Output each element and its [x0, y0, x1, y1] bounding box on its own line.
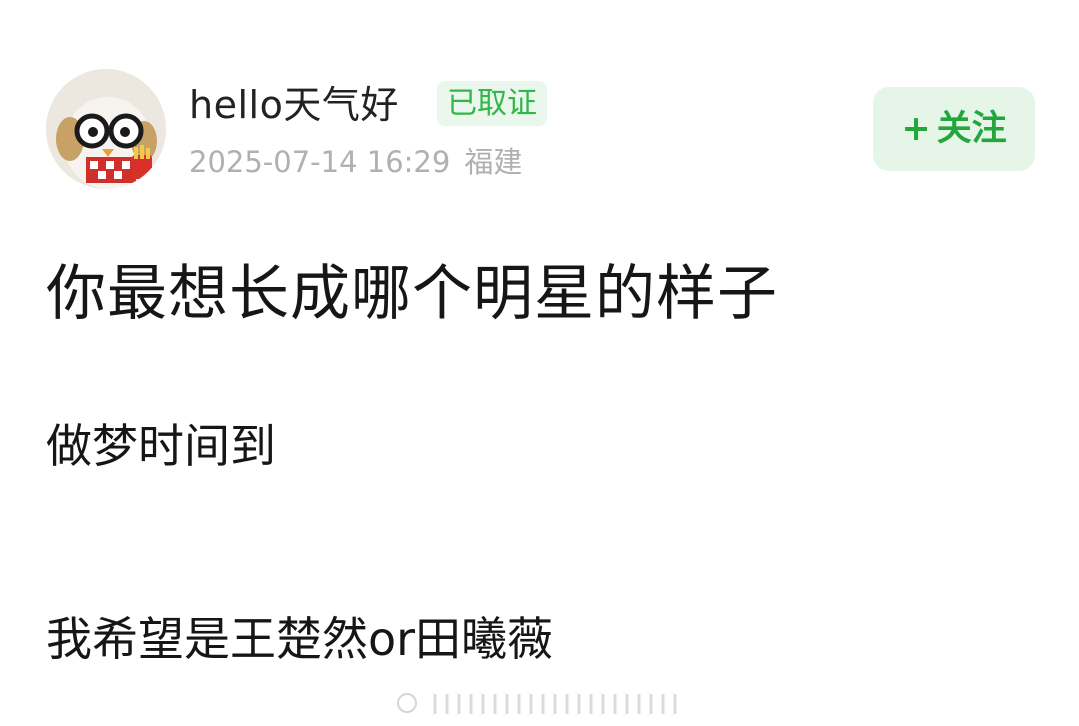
- post-title: 你最想长成哪个明星的样子: [46, 259, 778, 329]
- post-meta: 2025-07-14 16:29 福建: [189, 140, 522, 184]
- author-name[interactable]: hello天气好: [189, 80, 399, 130]
- post-paragraph: 我希望是王楚然or田曦薇: [46, 612, 554, 666]
- verified-badge: 已取证: [437, 81, 547, 126]
- post-page: hello天气好 已取证 2025-07-14 16:29 福建 + 关注 你最想长…: [0, 0, 1079, 726]
- plush-avatar-icon: [46, 69, 166, 189]
- faint-lines-indicator-icon: [395, 686, 695, 720]
- post-timestamp: 2025-07-14 16:29: [189, 145, 451, 179]
- follow-label: 关注: [936, 109, 1007, 149]
- post-location: 福建: [464, 145, 523, 179]
- follow-button[interactable]: + 关注: [873, 87, 1035, 171]
- post-paragraph: 做梦时间到: [46, 419, 276, 473]
- avatar[interactable]: [46, 69, 166, 189]
- plus-icon: +: [901, 109, 931, 149]
